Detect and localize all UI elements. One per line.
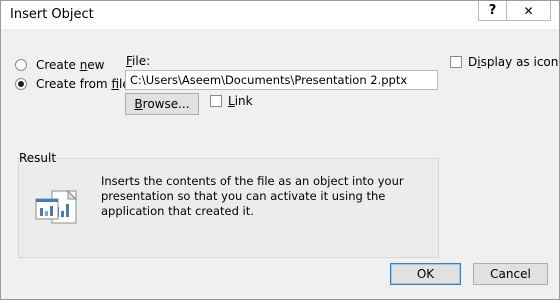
insert-object-dialog: Insert Object ? ✕ Create new Create from… <box>0 0 560 300</box>
link-checkbox-box[interactable] <box>210 95 222 107</box>
create-from-file-radio-button[interactable] <box>15 78 27 90</box>
create-from-file-radio[interactable]: Create from file <box>15 77 130 91</box>
link-label: Link <box>228 94 253 108</box>
ok-button[interactable]: OK <box>390 263 461 285</box>
display-as-icon-checkbox[interactable]: Display as icon <box>450 55 558 69</box>
cancel-button-label: Cancel <box>490 267 531 281</box>
create-new-label: Create new <box>36 58 105 72</box>
cancel-button[interactable]: Cancel <box>473 263 548 285</box>
dialog-title: Insert Object <box>10 7 94 22</box>
close-button[interactable]: ✕ <box>506 1 551 21</box>
help-button[interactable]: ? <box>478 1 506 21</box>
file-label: File: <box>126 54 151 68</box>
ok-button-label: OK <box>416 267 435 281</box>
browse-button-label: Browse... <box>134 97 190 111</box>
result-label: Result <box>19 151 57 165</box>
browse-button[interactable]: Browse... <box>125 93 199 115</box>
radio-selected-dot <box>18 81 24 87</box>
display-as-icon-label: Display as icon <box>468 55 559 69</box>
create-new-radio-button[interactable] <box>15 59 27 71</box>
link-checkbox[interactable]: Link <box>210 94 253 108</box>
result-description: Inserts the contents of the file as an o… <box>101 174 404 218</box>
document-chart-icon <box>34 189 80 228</box>
create-from-file-label: Create from file <box>36 77 130 91</box>
close-icon: ✕ <box>523 3 534 18</box>
title-bar: Insert Object ? ✕ <box>1 1 559 29</box>
file-path-input[interactable]: C:\Users\Aseem\Documents\Presentation 2.… <box>125 70 438 90</box>
display-as-icon-checkbox-box[interactable] <box>450 56 462 68</box>
help-icon: ? <box>488 3 497 18</box>
dialog-body: Create new Create from file File: C:\Use… <box>1 29 559 299</box>
create-new-radio[interactable]: Create new <box>15 58 105 72</box>
